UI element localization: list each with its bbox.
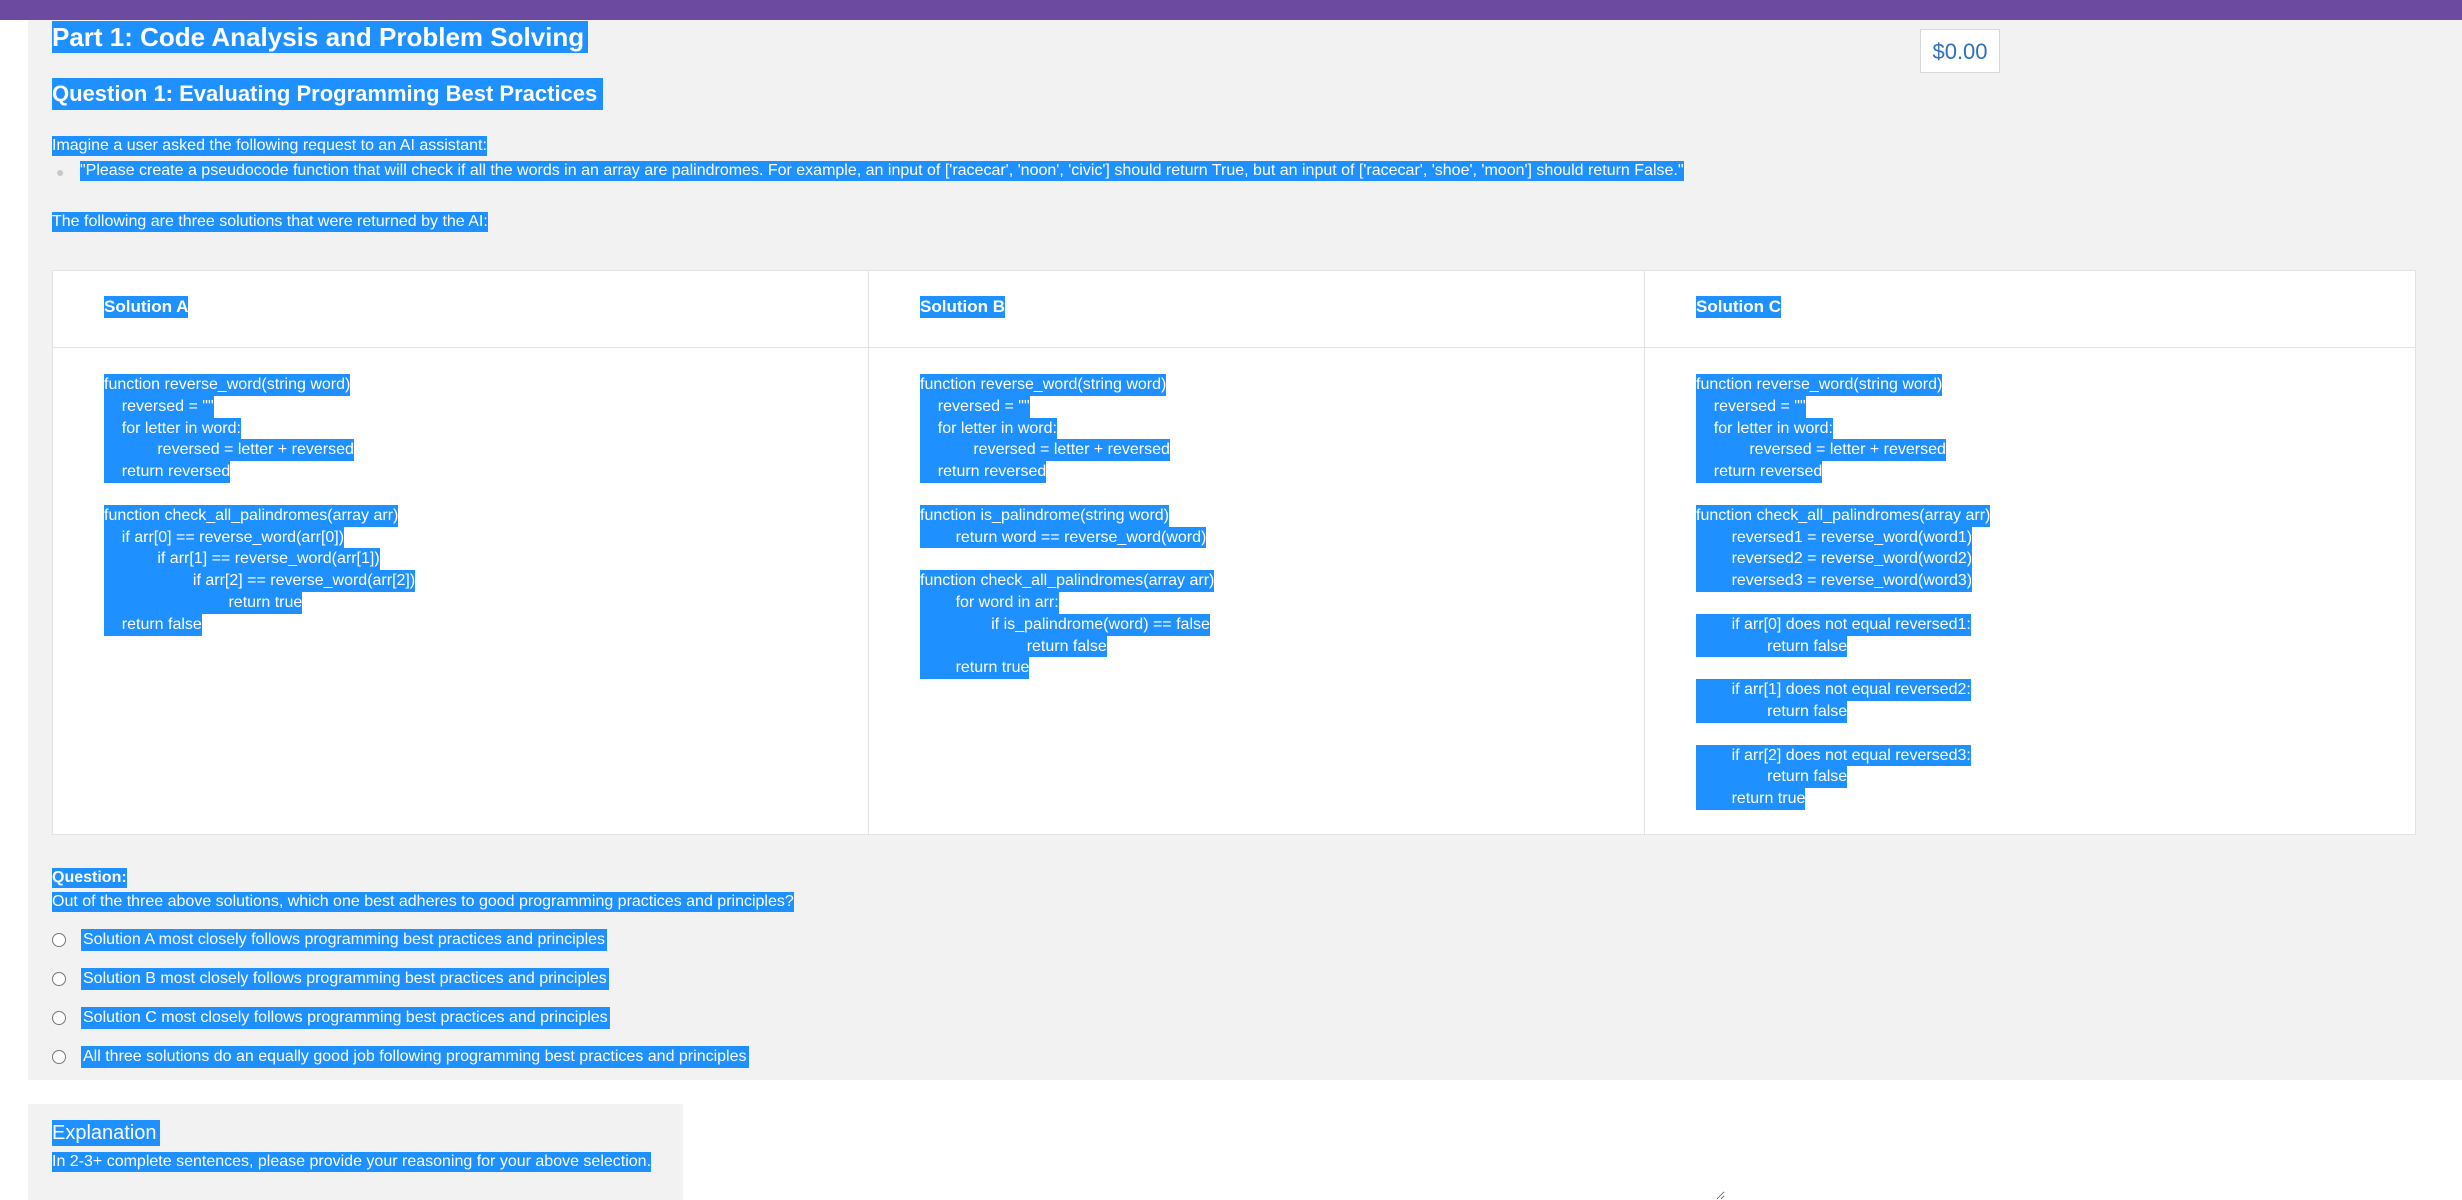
solution-c-title: Solution C	[1696, 296, 1781, 318]
code-line: for word in arr:	[920, 591, 1059, 614]
code-line: return false	[1696, 700, 1848, 723]
code-line: return true	[920, 657, 1030, 680]
code-line: reversed = letter + reversed	[920, 439, 1170, 462]
code-line: return reversed	[1696, 461, 1823, 483]
option-solution-c[interactable]: Solution C most closely follows programm…	[52, 1006, 610, 1030]
code-line: for letter in word:	[920, 417, 1057, 440]
code-line: function check_all_palindromes(array arr…	[1696, 504, 1991, 527]
solution-b-title: Solution B	[920, 296, 1005, 318]
code-line: if is_palindrome(word) == false	[920, 613, 1210, 636]
code-line: return reversed	[920, 461, 1047, 483]
bullet-icon: ●	[56, 164, 65, 180]
code-line: if arr[1] does not equal reversed2:	[1696, 679, 1971, 701]
option-label: Solution A most closely follows programm…	[81, 929, 608, 951]
code-line: if arr[0] does not equal reversed1:	[1696, 613, 1971, 636]
explanation-hint: In 2-3+ complete sentences, please provi…	[52, 1152, 652, 1172]
code-line: function reverse_word(string word)	[920, 374, 1167, 396]
solution-c-header-cell: Solution C	[1645, 271, 2416, 348]
code-line: return word == reverse_word(word)	[920, 526, 1207, 549]
request-quote: "Please create a pseudocode function tha…	[80, 161, 1684, 181]
price-badge: $0.00	[1920, 29, 2000, 73]
solution-c-column: Solution C function reverse_word(string …	[1644, 271, 2416, 834]
solutions-table: Solution A function reverse_word(string …	[52, 270, 2416, 835]
code-line: reversed = letter + reversed	[104, 439, 354, 462]
code-line: return true	[1696, 788, 1806, 810]
solution-a-header-cell: Solution A	[53, 271, 868, 348]
top-bar	[0, 0, 2462, 20]
code-line: if arr[1] == reverse_word(arr[1])	[104, 548, 380, 571]
code-line: return false	[104, 613, 202, 636]
option-solution-a[interactable]: Solution A most closely follows programm…	[52, 928, 608, 952]
option-all-equal[interactable]: All three solutions do an equally good j…	[52, 1045, 749, 1069]
part-title: Part 1: Code Analysis and Problem Solvin…	[52, 21, 589, 53]
question-text: Out of the three above solutions, which …	[52, 892, 794, 912]
code-line: reversed = ""	[1696, 395, 1806, 418]
code-line: function check_all_palindromes(array arr…	[920, 570, 1215, 592]
explanation-textarea[interactable]	[683, 1104, 1725, 1200]
question-title: Question 1: Evaluating Programming Best …	[52, 78, 604, 110]
option-solution-b[interactable]: Solution B most closely follows programm…	[52, 967, 609, 991]
solution-a-code: function reverse_word(string word) rever…	[104, 374, 416, 636]
code-line: return false	[920, 635, 1107, 658]
solutions-intro: The following are three solutions that w…	[52, 212, 488, 232]
solution-b-header-cell: Solution B	[869, 271, 1644, 348]
solution-b-code: function reverse_word(string word) rever…	[920, 374, 1215, 680]
code-line: function reverse_word(string word)	[1696, 374, 1943, 396]
code-line: reversed = letter + reversed	[1696, 439, 1946, 462]
code-line: for letter in word:	[104, 417, 241, 440]
option-label: Solution B most closely follows programm…	[81, 968, 609, 990]
code-line: return false	[1696, 635, 1848, 658]
option-label: Solution C most closely follows programm…	[81, 1007, 610, 1029]
option-label: All three solutions do an equally good j…	[81, 1046, 749, 1068]
radio-button[interactable]	[52, 933, 66, 947]
solution-a-title: Solution A	[104, 296, 189, 318]
radio-button[interactable]	[52, 972, 66, 986]
code-line: reversed2 = reverse_word(word2)	[1696, 548, 1973, 571]
radio-button[interactable]	[52, 1050, 66, 1064]
code-line: function check_all_palindromes(array arr…	[104, 504, 399, 527]
code-line: if arr[0] == reverse_word(arr[0])	[104, 526, 345, 549]
question-label: Question:	[52, 868, 127, 888]
code-line: reversed3 = reverse_word(word3)	[1696, 570, 1973, 592]
code-line: return reversed	[104, 461, 231, 483]
code-line: if arr[2] does not equal reversed3:	[1696, 744, 1971, 767]
code-line: function is_palindrome(string word)	[920, 504, 1169, 527]
code-line: reversed1 = reverse_word(word1)	[1696, 526, 1973, 549]
code-line: return true	[104, 591, 303, 614]
code-line: if arr[2] == reverse_word(arr[2])	[104, 570, 416, 592]
intro-text: Imagine a user asked the following reque…	[52, 136, 487, 156]
code-line: for letter in word:	[1696, 417, 1833, 440]
code-line: reversed = ""	[920, 395, 1030, 418]
code-line: function reverse_word(string word)	[104, 374, 351, 396]
explanation-title: Explanation	[52, 1120, 160, 1146]
code-line: reversed = ""	[104, 395, 214, 418]
code-line: return false	[1696, 766, 1848, 789]
solution-c-code: function reverse_word(string word) rever…	[1696, 374, 1991, 810]
solution-b-column: Solution B function reverse_word(string …	[868, 271, 1644, 834]
radio-button[interactable]	[52, 1011, 66, 1025]
solution-a-column: Solution A function reverse_word(string …	[53, 271, 868, 834]
